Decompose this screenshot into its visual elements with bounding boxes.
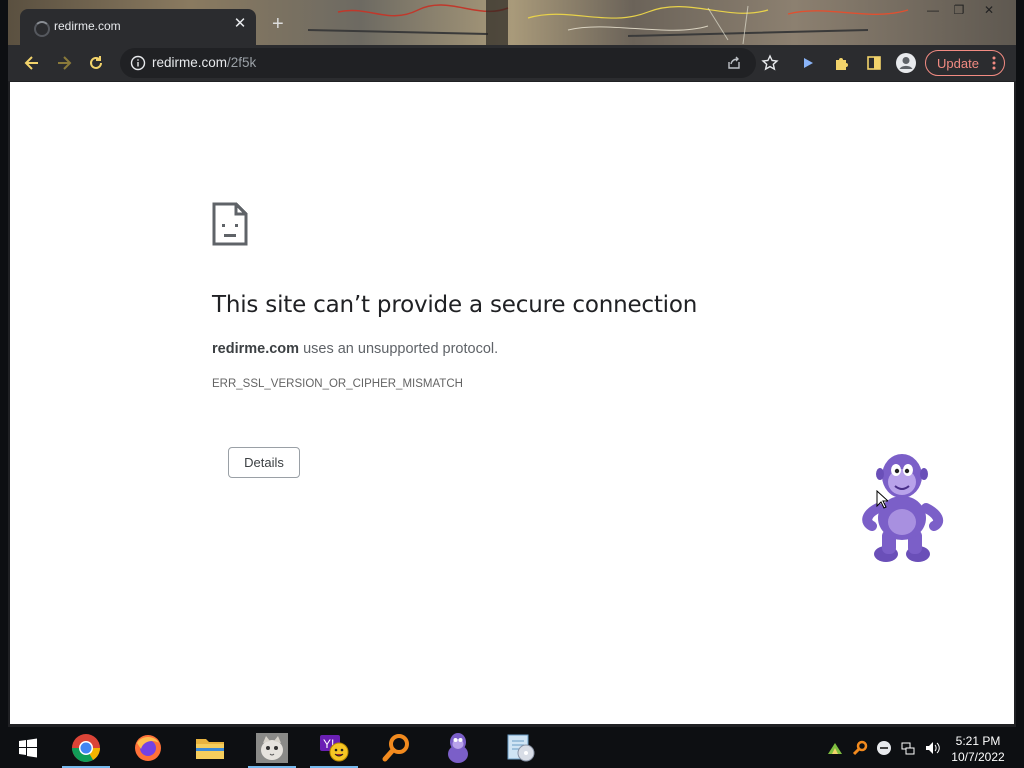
folder-icon [196, 739, 224, 759]
maximize-button[interactable]: ❐ [948, 3, 970, 19]
star-icon [761, 54, 779, 71]
info-icon[interactable] [130, 55, 146, 71]
extensions-button[interactable] [830, 51, 854, 75]
magnifier-icon [382, 734, 409, 762]
taskbar-yahoo-messenger[interactable]: Y! [306, 728, 362, 768]
back-button[interactable] [20, 51, 44, 75]
taskbar: Y! 5:21 PM 10/7/2022 [0, 728, 1024, 768]
system-clock[interactable]: 5:21 PM 10/7/2022 [946, 733, 1010, 765]
volume-icon[interactable] [924, 740, 942, 756]
title-bar: redirme.com ✕ + — ❐ ✕ [8, 0, 1016, 45]
tab-redirme[interactable]: redirme.com ✕ [20, 9, 256, 45]
update-label: Update [937, 55, 979, 71]
profile-button[interactable] [894, 51, 918, 75]
clock-time: 5:21 PM [955, 734, 1001, 748]
tab-title: redirme.com [54, 19, 121, 33]
new-tab-button[interactable]: + [272, 14, 284, 34]
taskbar-media-app[interactable] [492, 728, 548, 768]
cat-photo-icon [256, 733, 288, 763]
reload-icon [90, 56, 102, 69]
browser-toolbar: redirme.com/2f5k Update [8, 45, 1016, 81]
url-text: redirme.com/2f5k [152, 55, 256, 70]
extension-play-button[interactable] [796, 51, 820, 75]
update-button[interactable]: Update [925, 50, 1005, 76]
reload-button[interactable] [84, 51, 108, 75]
share-icon[interactable] [726, 55, 742, 71]
tray-circle-icon[interactable] [876, 740, 892, 756]
forward-arrow-icon [58, 56, 72, 70]
windows-start-icon [19, 738, 37, 758]
error-description: redirme.com uses an unsupported protocol… [212, 341, 498, 357]
back-arrow-icon [24, 56, 38, 70]
taskbar-chrome[interactable] [58, 728, 114, 768]
tray-search-icon[interactable] [852, 740, 868, 756]
forward-button[interactable] [52, 51, 76, 75]
play-icon [804, 58, 813, 68]
taskbar-cat-photo[interactable] [244, 728, 300, 768]
page-content: This site can’t provide a secure connect… [10, 82, 1014, 724]
error-code: ERR_SSL_VERSION_OR_CIPHER_MISMATCH [212, 378, 463, 390]
bonzi-buddy-character[interactable] [862, 450, 944, 566]
tab-close-icon[interactable]: ✕ [232, 16, 248, 32]
error-title: This site can’t provide a secure connect… [212, 292, 698, 318]
mouse-cursor-icon [876, 490, 888, 509]
taskbar-file-explorer[interactable] [182, 728, 238, 768]
sad-page-icon [212, 202, 248, 246]
minimize-button[interactable]: — [922, 3, 944, 19]
url-host: redirme.com [152, 55, 228, 70]
close-window-button[interactable]: ✕ [978, 3, 1000, 19]
side-panel-button[interactable] [862, 51, 886, 75]
start-button[interactable] [0, 728, 56, 768]
media-app-icon [507, 734, 535, 762]
bookmark-button[interactable] [758, 51, 782, 75]
details-button[interactable]: Details [228, 447, 300, 478]
tray-network-app-icon[interactable] [826, 740, 844, 758]
address-bar[interactable]: redirme.com/2f5k [120, 48, 756, 78]
bonzi-buddy-icon [448, 733, 468, 763]
taskbar-firefox[interactable] [120, 728, 176, 768]
loading-spinner-icon [34, 21, 50, 37]
url-path: /2f5k [227, 55, 257, 70]
taskbar-bonzi-buddy[interactable] [430, 728, 486, 768]
error-host: redirme.com [212, 341, 300, 357]
browser-window: redirme.com ✕ + — ❐ ✕ redirme.com/2f5k U… [8, 0, 1016, 727]
error-desc-text: uses an unsupported protocol. [299, 341, 499, 357]
kebab-menu-icon [992, 56, 996, 70]
yahoo-messenger-icon: Y! [320, 735, 349, 762]
side-panel-icon [867, 56, 881, 70]
taskbar-search-app[interactable] [368, 728, 424, 768]
chrome-icon [72, 734, 100, 762]
network-icon[interactable] [900, 740, 916, 756]
avatar-icon [896, 53, 916, 73]
clock-date: 10/7/2022 [951, 750, 1005, 764]
puzzle-icon [836, 58, 848, 70]
firefox-icon [135, 735, 161, 761]
